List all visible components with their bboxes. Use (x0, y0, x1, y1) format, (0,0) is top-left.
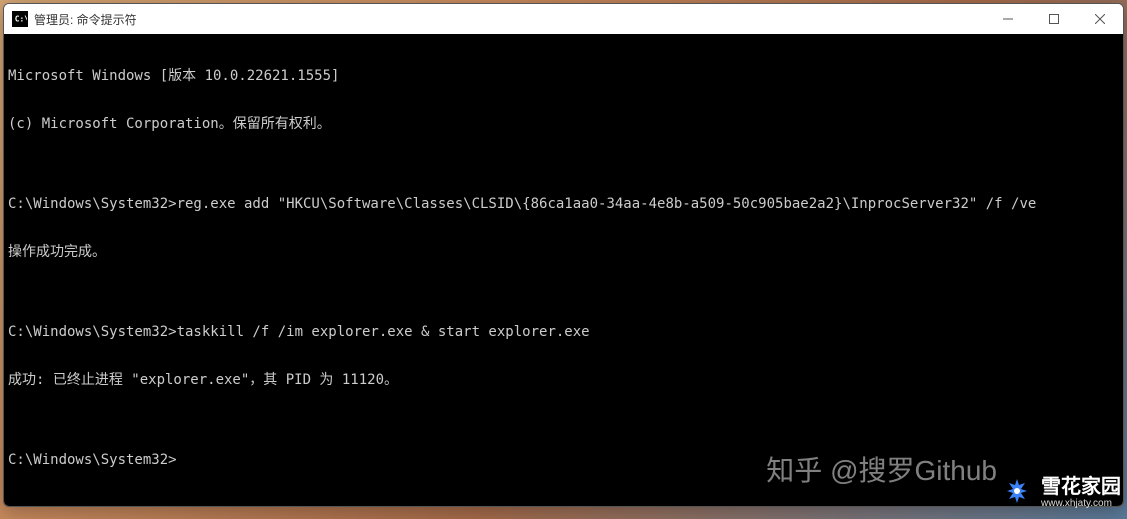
titlebar[interactable]: C:\ 管理员: 命令提示符 (4, 4, 1123, 34)
terminal-prompt: C:\Windows\System32> (8, 452, 1119, 468)
cmd-icon: C:\ (12, 11, 28, 27)
cursor-icon (177, 454, 185, 468)
svg-text:C:\: C:\ (15, 15, 27, 24)
window-controls (985, 4, 1123, 34)
terminal-output[interactable]: Microsoft Windows [版本 10.0.22621.1555] (… (4, 34, 1123, 506)
terminal-line: (c) Microsoft Corporation。保留所有权利。 (8, 116, 1119, 132)
terminal-line: C:\Windows\System32>reg.exe add "HKCU\So… (8, 196, 1119, 212)
close-button[interactable] (1077, 4, 1123, 34)
cmd-window: C:\ 管理员: 命令提示符 Microsoft Windows [版本 10.… (3, 3, 1124, 507)
terminal-line: C:\Windows\System32>taskkill /f /im expl… (8, 324, 1119, 340)
maximize-button[interactable] (1031, 4, 1077, 34)
terminal-line: 成功: 已终止进程 "explorer.exe"，其 PID 为 11120。 (8, 372, 1119, 388)
terminal-line: 操作成功完成。 (8, 244, 1119, 260)
window-title: 管理员: 命令提示符 (34, 11, 985, 28)
minimize-button[interactable] (985, 4, 1031, 34)
terminal-line: Microsoft Windows [版本 10.0.22621.1555] (8, 68, 1119, 84)
